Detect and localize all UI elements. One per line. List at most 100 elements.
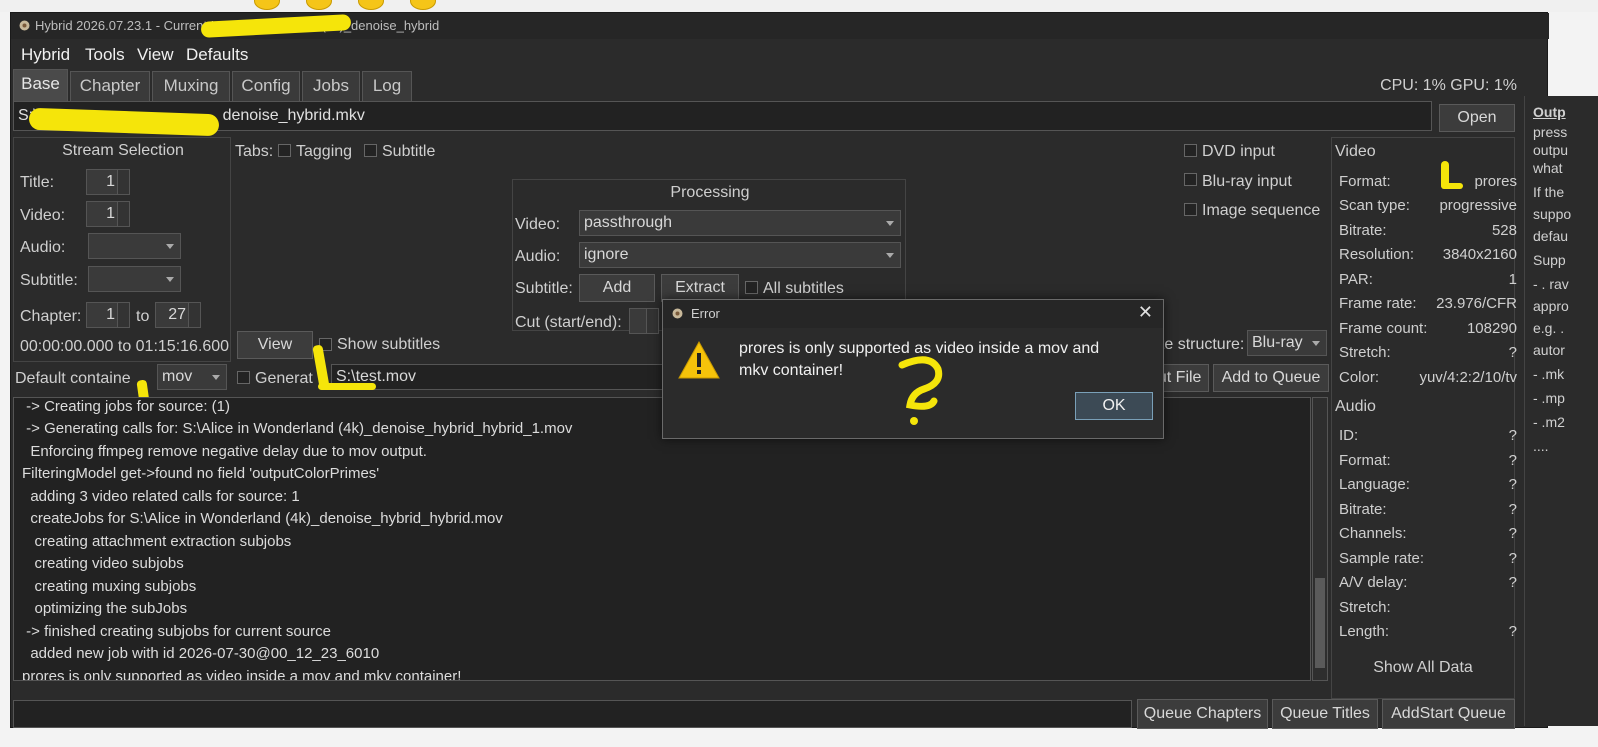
all-subtitles-checkbox[interactable] bbox=[745, 281, 758, 294]
video-label: Video: bbox=[20, 207, 66, 224]
log-line: added new job with id 2026-07-30@00_12_2… bbox=[22, 645, 380, 662]
video-spinbox[interactable]: 1 bbox=[86, 201, 130, 227]
audio-info-header: Audio bbox=[1335, 398, 1376, 415]
container-combo[interactable]: mov bbox=[157, 364, 227, 390]
log-scrollbar[interactable] bbox=[1312, 397, 1328, 681]
log-output[interactable]: -> Creating jobs for source: (1) -> Gene… bbox=[13, 397, 1311, 681]
log-line: FilteringModel get->found no field 'outp… bbox=[22, 465, 380, 482]
help-text: - . rav bbox=[1533, 276, 1569, 292]
dvd-input-label: DVD input bbox=[1202, 143, 1275, 160]
chapter-from-spinbox[interactable]: 1 bbox=[86, 302, 130, 328]
add-subtitle-button[interactable]: Add bbox=[579, 274, 655, 302]
processing-video-label: Video: bbox=[515, 216, 561, 233]
extract-button[interactable]: Extract bbox=[661, 274, 739, 302]
chapter-to-spinbox[interactable]: 27 bbox=[155, 302, 201, 328]
audio-info-label: Sample rate: bbox=[1339, 550, 1425, 567]
cut-label: Cut (start/end): bbox=[515, 314, 622, 331]
audio-info-label: ID: bbox=[1339, 427, 1359, 444]
time-range: 00:00:00.000 to 01:15:16.600 bbox=[20, 338, 230, 355]
source-path-suffix: denoise_hybrid.mkv bbox=[222, 107, 365, 124]
cut-start-field[interactable] bbox=[629, 308, 659, 334]
subtitle-tab-label: Subtitle bbox=[382, 143, 436, 160]
audio-info-value: ? bbox=[1508, 623, 1517, 640]
video-info-label: Format: bbox=[1339, 173, 1391, 190]
video-info-value: prores bbox=[1474, 173, 1517, 190]
processing-audio-combo[interactable]: ignore bbox=[579, 242, 901, 268]
menu-tools[interactable]: Tools bbox=[85, 45, 125, 65]
queue-chapters-button[interactable]: Queue Chapters bbox=[1137, 699, 1268, 729]
open-button[interactable]: Open bbox=[1439, 104, 1515, 132]
output-path-field[interactable]: S:\test.mov bbox=[331, 364, 671, 390]
tab-log[interactable]: Log bbox=[362, 71, 412, 101]
audio-info-value: ? bbox=[1508, 574, 1517, 591]
dvd-input-checkbox[interactable] bbox=[1184, 144, 1197, 157]
show-all-data-button[interactable]: Show All Data bbox=[1331, 659, 1515, 677]
queue-titles-button[interactable]: Queue Titles bbox=[1272, 699, 1378, 729]
generate-checkbox[interactable] bbox=[237, 371, 250, 384]
log-line: -> finished creating subjobs for current… bbox=[22, 623, 331, 640]
audio-info-label: Format: bbox=[1339, 452, 1391, 469]
help-text: appro bbox=[1533, 298, 1569, 314]
tagging-checkbox[interactable] bbox=[278, 144, 291, 157]
annotation-mark bbox=[318, 383, 376, 390]
audio-info-label: Channels: bbox=[1339, 525, 1407, 542]
audio-info-label: Language: bbox=[1339, 476, 1410, 493]
help-text: Supp bbox=[1533, 252, 1566, 268]
all-subtitles-label: All subtitles bbox=[763, 280, 844, 297]
annotation-mark bbox=[1441, 183, 1463, 189]
video-info-label: Frame count: bbox=[1339, 320, 1428, 337]
help-text: - .mp bbox=[1533, 390, 1565, 406]
video-info-label: Frame rate: bbox=[1339, 295, 1417, 312]
video-info-label: Stretch: bbox=[1339, 344, 1391, 361]
video-info-value: yuv/4:2:2/10/tv bbox=[1419, 369, 1517, 386]
dialog-message-line2: mkv container! bbox=[739, 362, 844, 379]
tab-config[interactable]: Config bbox=[232, 71, 300, 101]
processing-video-combo[interactable]: passthrough bbox=[579, 210, 901, 236]
video-info-value: 3840x2160 bbox=[1442, 246, 1517, 263]
source-path-field[interactable]: S:\ denoise_hybrid.mkv bbox=[13, 101, 1432, 131]
processing-title: Processing bbox=[670, 184, 750, 201]
audio-info-label: Bitrate: bbox=[1339, 501, 1387, 518]
log-line: createJobs for S:\Alice in Wonderland (4… bbox=[22, 510, 503, 527]
video-info-value: 108290 bbox=[1466, 320, 1517, 337]
chevron-down-icon bbox=[886, 253, 894, 258]
image-sequence-checkbox[interactable] bbox=[1184, 203, 1197, 216]
structure-value: Blu-ray bbox=[1252, 334, 1303, 351]
tab-muxing[interactable]: Muxing bbox=[152, 71, 230, 101]
bluray-input-checkbox[interactable] bbox=[1184, 173, 1197, 186]
title-spinbox[interactable]: 1 bbox=[86, 169, 130, 195]
scrollbar-thumb[interactable] bbox=[1315, 578, 1325, 668]
close-icon[interactable]: ✕ bbox=[1138, 302, 1153, 323]
view-button[interactable]: View bbox=[237, 331, 313, 359]
tab-chapter[interactable]: Chapter bbox=[70, 71, 150, 101]
subtitle-tab-checkbox[interactable] bbox=[364, 144, 377, 157]
tabs-label: Tabs: bbox=[235, 143, 274, 160]
audio-combo[interactable] bbox=[88, 233, 181, 259]
video-info-label: Color: bbox=[1339, 369, 1380, 386]
subtitle-combo[interactable] bbox=[88, 266, 181, 292]
image-sequence-label: Image sequence bbox=[1202, 202, 1321, 219]
app-icon bbox=[672, 308, 683, 319]
bottom-status-field[interactable] bbox=[13, 700, 1132, 728]
tab-jobs[interactable]: Jobs bbox=[302, 71, 360, 101]
ok-button[interactable]: OK bbox=[1075, 392, 1153, 420]
stream-selection-panel: Stream Selection Title: 1 Video: 1 Audio… bbox=[13, 137, 231, 362]
log-line: creating attachment extraction subjobs bbox=[22, 533, 292, 550]
addstart-queue-button[interactable]: AddStart Queue bbox=[1382, 699, 1515, 729]
to-label: to bbox=[136, 308, 150, 325]
help-text: suppo bbox=[1533, 206, 1572, 222]
add-to-queue-button[interactable]: Add to Queue bbox=[1213, 364, 1329, 392]
generate-label: Generat bbox=[255, 370, 313, 387]
log-line: optimizing the subJobs bbox=[22, 600, 188, 617]
menu-defaults[interactable]: Defaults bbox=[186, 45, 248, 65]
bluray-input-label: Blu-ray input bbox=[1202, 173, 1292, 190]
menu-view[interactable]: View bbox=[137, 45, 174, 65]
structure-combo[interactable]: Blu-ray bbox=[1247, 330, 1327, 356]
menu-hybrid[interactable]: Hybrid bbox=[21, 45, 70, 65]
tab-base[interactable]: Base bbox=[13, 69, 68, 101]
help-text: - .m2 bbox=[1533, 414, 1565, 430]
chevron-down-icon bbox=[166, 244, 174, 249]
title-bar: Hybrid 2026.07.23.1 - Current In (4k)_den… bbox=[11, 13, 1549, 39]
dialog-title-bar: Error ✕ bbox=[663, 300, 1163, 328]
question-scribble bbox=[898, 356, 943, 425]
